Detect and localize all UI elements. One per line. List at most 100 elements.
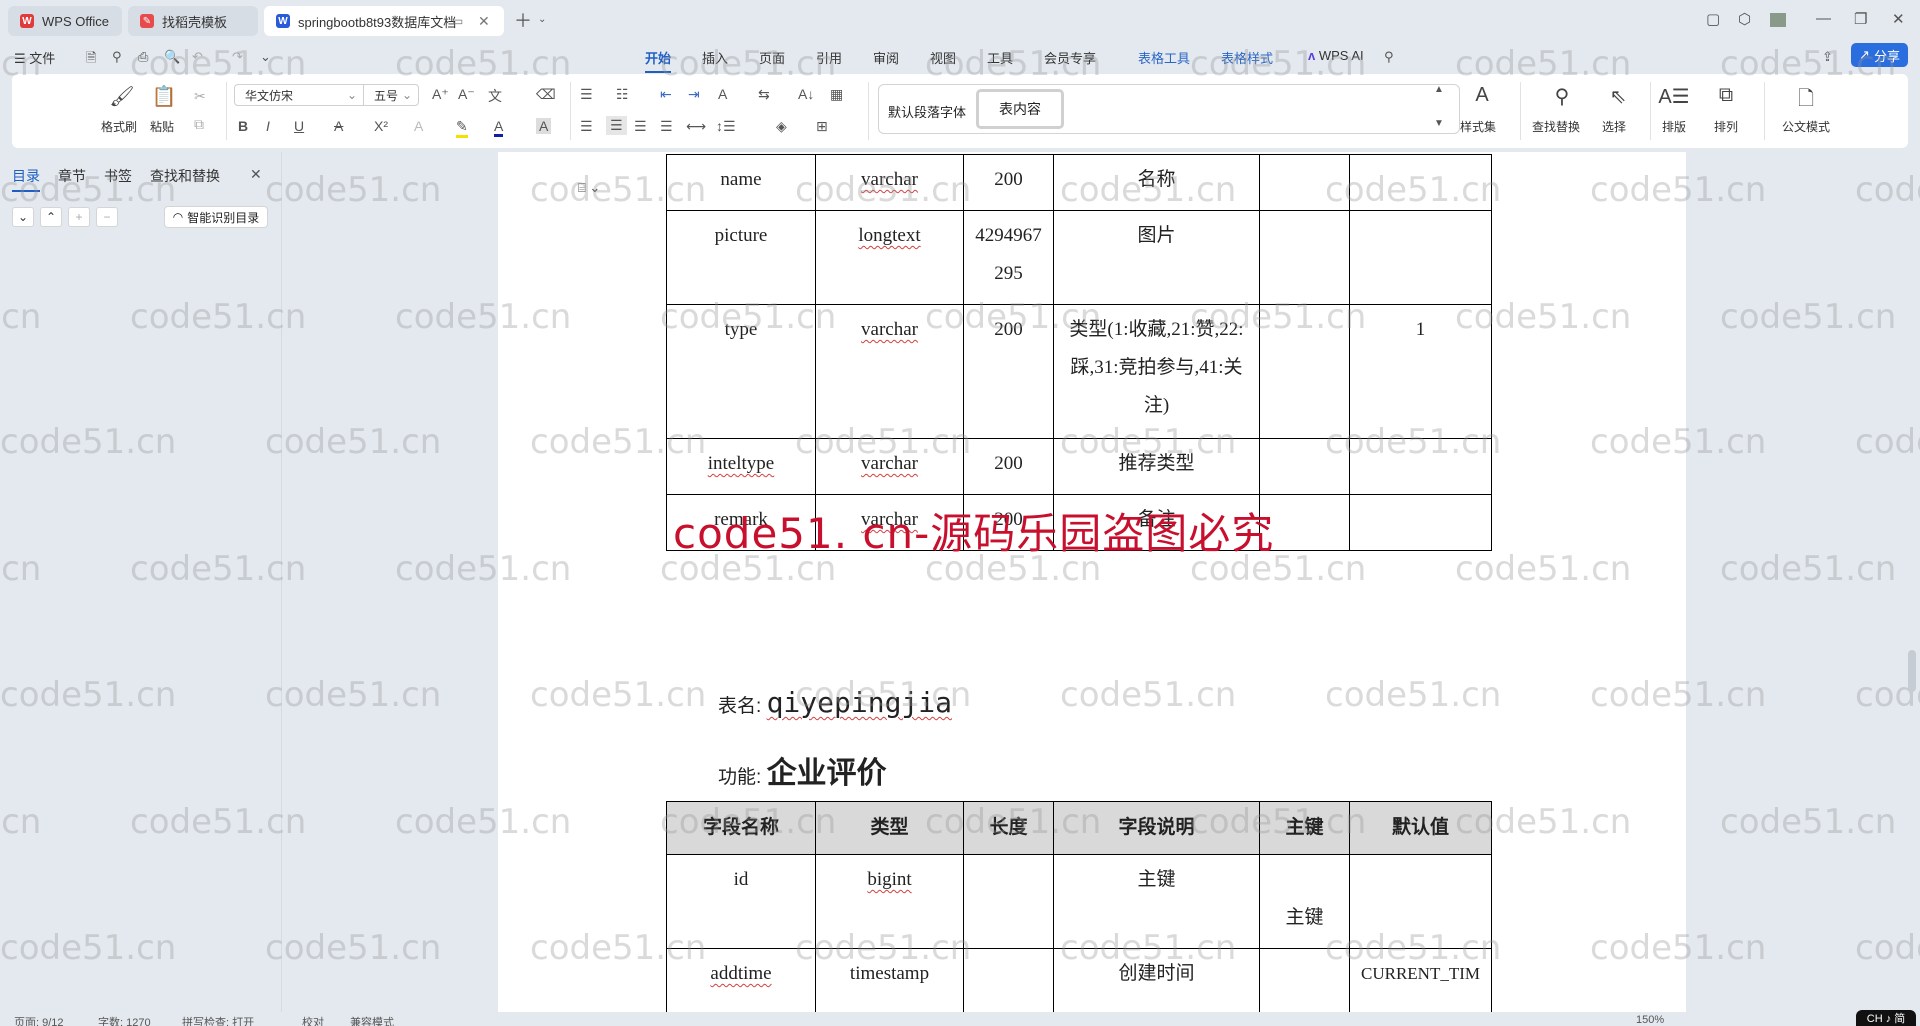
- increase-font-icon[interactable]: A⁺: [432, 86, 449, 103]
- menu-member[interactable]: 会员专享: [1044, 48, 1096, 67]
- highlight-icon[interactable]: ✎: [456, 118, 468, 138]
- paste-icon[interactable]: 📋: [146, 84, 182, 109]
- nav-tab-bookmarks[interactable]: 书签: [104, 166, 132, 186]
- copy-icon[interactable]: ⧉: [194, 116, 204, 133]
- style-set-icon[interactable]: A: [1464, 84, 1500, 107]
- close-window-icon[interactable]: ✕: [1892, 10, 1905, 28]
- status-spell-check[interactable]: 拼写检查: 打开: [182, 1014, 254, 1026]
- cloud-upload-icon[interactable]: ⇪: [1822, 49, 1833, 65]
- nav-tab-find-replace[interactable]: 查找和替换: [150, 166, 220, 186]
- style-set-button[interactable]: 样式集: [1460, 118, 1496, 135]
- official-mode-button[interactable]: 公文模式: [1782, 118, 1830, 135]
- monitor-icon[interactable]: ▭: [452, 14, 463, 28]
- menu-page[interactable]: 页面: [759, 48, 785, 67]
- status-page[interactable]: 页面: 9/12: [14, 1014, 64, 1026]
- undo-icon[interactable]: ↶: [192, 49, 203, 65]
- redo-icon[interactable]: ↷: [232, 49, 243, 65]
- official-doc-icon[interactable]: 🗋: [1788, 84, 1824, 118]
- tab-current-document[interactable]: W springbootb8t93数据库文档 ▭ ✕: [264, 6, 504, 36]
- select-button[interactable]: 选择: [1602, 118, 1626, 135]
- cube-icon[interactable]: ⬡: [1738, 10, 1751, 28]
- align-center-icon[interactable]: ☰: [606, 116, 627, 135]
- menu-table-style[interactable]: 表格样式: [1221, 48, 1273, 67]
- font-name-select[interactable]: 华文仿宋 ⌄: [234, 84, 364, 106]
- italic-icon[interactable]: I: [266, 118, 270, 134]
- font-size-select[interactable]: 五号 ⌄: [363, 84, 419, 106]
- close-pane-icon[interactable]: ✕: [250, 166, 262, 183]
- export-icon[interactable]: ⚲: [112, 49, 122, 65]
- numbered-list-icon[interactable]: ☷: [616, 86, 629, 103]
- tab-stop-icon[interactable]: ▦: [830, 86, 843, 103]
- find-replace-button[interactable]: 查找替换: [1532, 118, 1580, 135]
- menu-review[interactable]: 审阅: [873, 48, 899, 67]
- chevron-down-icon[interactable]: ⌄: [538, 14, 546, 25]
- style-default-paragraph-font[interactable]: 默认段落字体: [888, 102, 966, 121]
- bold-icon[interactable]: B: [238, 118, 248, 134]
- save-icon[interactable]: 🗎: [86, 49, 96, 71]
- menu-table-tools[interactable]: 表格工具: [1138, 48, 1190, 67]
- search-icon[interactable]: ⚲: [1384, 49, 1394, 65]
- tab-wps-office[interactable]: W WPS Office: [8, 6, 122, 36]
- wps-ai-button[interactable]: ʌ WPS AI: [1308, 48, 1364, 63]
- phonetic-icon[interactable]: 文: [488, 86, 502, 106]
- new-tab-icon[interactable]: ＋: [514, 7, 532, 33]
- menu-insert[interactable]: 插入: [702, 48, 728, 67]
- smart-toc-button[interactable]: ◠ 智能识别目录: [164, 206, 268, 228]
- status-proofread[interactable]: 校对: [302, 1014, 324, 1026]
- avatar[interactable]: [1770, 13, 1786, 27]
- add-level-icon[interactable]: +: [68, 207, 90, 227]
- select-cursor-icon[interactable]: ⇖: [1600, 84, 1636, 109]
- restore-icon[interactable]: ❐: [1854, 10, 1867, 28]
- decrease-font-icon[interactable]: A⁻: [458, 86, 475, 103]
- text-effect-icon[interactable]: A: [414, 118, 423, 134]
- status-word-count[interactable]: 字数: 1270: [98, 1014, 151, 1026]
- arrange-button[interactable]: 排列: [1714, 118, 1738, 135]
- format-painter-label[interactable]: 格式刷: [101, 118, 137, 135]
- status-zoom[interactable]: 150%: [1636, 1014, 1664, 1026]
- collapse-icon[interactable]: ⌄: [12, 207, 34, 227]
- justify-icon[interactable]: ☰: [660, 118, 673, 135]
- bullet-list-icon[interactable]: ☰: [580, 86, 593, 103]
- arrange-icon[interactable]: ⧉: [1708, 84, 1744, 107]
- ime-indicator[interactable]: CH ♪ 简: [1856, 1010, 1916, 1026]
- menu-start[interactable]: 开始: [645, 48, 672, 73]
- menu-tools[interactable]: 工具: [987, 48, 1013, 67]
- char-spacing-icon[interactable]: ⇆: [758, 86, 770, 103]
- close-tab-icon[interactable]: ✕: [478, 13, 490, 30]
- borders-icon[interactable]: ⊞: [816, 118, 828, 135]
- style-table-content[interactable]: 表内容: [976, 89, 1064, 129]
- nav-tab-toc[interactable]: 目录: [12, 166, 40, 192]
- scroll-up-icon[interactable]: ▲: [1434, 84, 1444, 95]
- table-select-handle-icon[interactable]: ⌸ ⌄: [578, 180, 600, 196]
- share-button[interactable]: ↗ 分享: [1851, 43, 1908, 67]
- sort-icon[interactable]: A↓: [798, 86, 814, 102]
- layout-button[interactable]: 排版: [1662, 118, 1686, 135]
- minimize-icon[interactable]: —: [1816, 10, 1831, 27]
- print-icon[interactable]: ⎙: [138, 49, 148, 65]
- paste-button[interactable]: 粘贴: [150, 118, 174, 135]
- superscript-icon[interactable]: X²: [374, 118, 388, 134]
- find-icon[interactable]: ⚲: [1544, 84, 1580, 109]
- menu-view[interactable]: 视图: [930, 48, 956, 67]
- expand-icon[interactable]: ⌃: [40, 207, 62, 227]
- distribute-icon[interactable]: ⟷: [686, 118, 706, 135]
- char-shading-icon[interactable]: A: [536, 118, 552, 134]
- increase-indent-icon[interactable]: ⇥: [688, 86, 700, 103]
- cut-icon[interactable]: ✂: [194, 88, 206, 105]
- strikethrough-icon[interactable]: A: [334, 118, 343, 134]
- align-left-icon[interactable]: ☰: [580, 118, 593, 135]
- clear-format-icon[interactable]: ⌫: [536, 86, 556, 103]
- font-color-icon[interactable]: A: [494, 118, 504, 137]
- multi-window-icon[interactable]: ▢: [1706, 10, 1720, 28]
- underline-icon[interactable]: U: [294, 118, 304, 134]
- text-direction-icon[interactable]: A: [718, 86, 727, 102]
- line-spacing-icon[interactable]: ↕☰: [716, 118, 736, 135]
- expand-gallery-icon[interactable]: ▼: [1434, 118, 1444, 129]
- align-right-icon[interactable]: ☰: [634, 118, 647, 135]
- layout-icon[interactable]: A☰: [1656, 84, 1692, 109]
- nav-tab-chapters[interactable]: 章节: [58, 166, 86, 186]
- tab-docer-templates[interactable]: ✎ 找稻壳模板: [128, 6, 258, 36]
- decrease-indent-icon[interactable]: ⇤: [660, 86, 672, 103]
- format-painter-icon[interactable]: 🖌: [104, 84, 140, 109]
- shading-icon[interactable]: ◈: [776, 118, 787, 135]
